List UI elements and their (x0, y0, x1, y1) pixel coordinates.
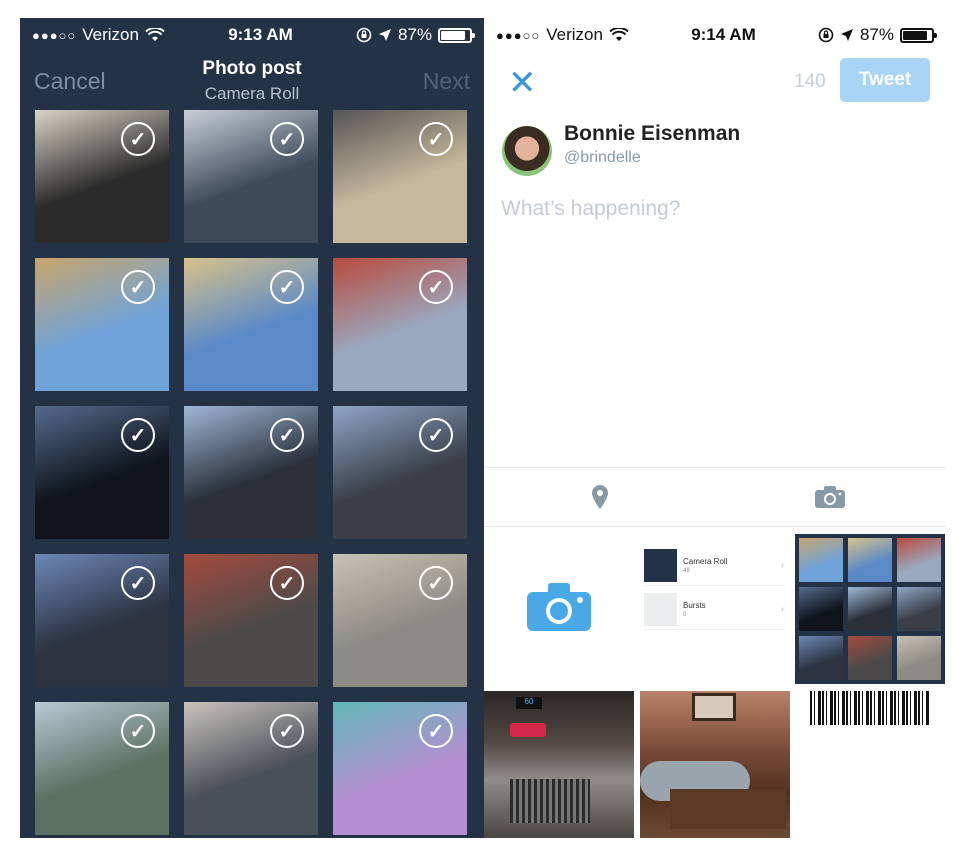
selected-photo[interactable]: ✓ (184, 406, 318, 539)
selected-photo[interactable]: ✓ (333, 406, 467, 539)
selected-photo[interactable]: ✓ (333, 110, 467, 243)
selected-photo[interactable]: ✓ (35, 702, 169, 835)
tweet-compose-input[interactable] (501, 191, 931, 227)
checkmark-icon: ✓ (419, 566, 453, 600)
album-subtitle: Camera Roll (204, 84, 300, 103)
selected-photo[interactable]: ✓ (184, 258, 318, 391)
location-pin-icon[interactable] (590, 484, 610, 515)
selected-photo[interactable]: ✓ (184, 702, 318, 835)
selected-photo[interactable]: ✓ (184, 554, 318, 687)
album-item[interactable]: Bursts 0 › (644, 590, 784, 630)
mini-photo (848, 538, 892, 582)
take-photo-tile[interactable] (484, 528, 634, 686)
wifi-icon (145, 28, 165, 41)
album-name: Bursts (683, 601, 706, 610)
album-thumbnail (644, 593, 677, 626)
status-bar: ●●●○○ Verizon 9:13 AM 87% (20, 18, 484, 52)
camera-icon[interactable] (814, 485, 846, 514)
checkmark-icon: ✓ (270, 714, 304, 748)
coffee-machine-photo[interactable]: 60 (484, 691, 634, 838)
checkmark-icon: ✓ (121, 418, 155, 452)
mini-photo (848, 587, 892, 631)
mini-photo (799, 587, 843, 631)
mini-photo (848, 636, 892, 680)
status-bar: ●●●○○ Verizon 9:14 AM 87% (484, 18, 946, 52)
avatar (502, 126, 552, 176)
camera-icon (527, 583, 591, 631)
compose-toolbar (484, 467, 946, 527)
location-arrow-icon (840, 29, 853, 41)
mini-photo (799, 538, 843, 582)
checkmark-icon: ✓ (419, 122, 453, 156)
nav-bar: Cancel Photo post Camera Roll Next (20, 52, 484, 110)
signal-icon: ●●●○○ (32, 27, 77, 43)
checkmark-icon: ✓ (270, 566, 304, 600)
page-title: Photo post (202, 58, 302, 79)
status-time: 9:14 AM (691, 25, 756, 44)
checkmark-icon: ✓ (270, 270, 304, 304)
album-count: 49 (683, 568, 690, 574)
battery-icon (900, 27, 937, 43)
selected-photo[interactable]: ✓ (333, 702, 467, 835)
character-count: 140 (794, 71, 826, 92)
checkmark-icon: ✓ (121, 566, 155, 600)
mini-photo (897, 587, 941, 631)
chevron-right-icon: › (780, 604, 784, 615)
battery-percent: 87% (397, 25, 432, 44)
coffee-table (670, 789, 786, 829)
machine-label (510, 723, 546, 737)
checkmark-icon: ✓ (419, 714, 453, 748)
compose-tweet-screen: ●●●○○ Verizon 9:14 AM 87% ✕ 140 Tweet Bo… (484, 18, 946, 838)
checkmark-icon: ✓ (270, 418, 304, 452)
machine-display: 60 (516, 697, 542, 709)
status-time: 9:13 AM (228, 25, 293, 44)
signal-icon: ●●●○○ (496, 27, 541, 43)
photo-picker-screen: ●●●○○ Verizon 9:13 AM 87% Cancel Photo p… (20, 18, 484, 838)
orientation-lock-icon (356, 27, 372, 43)
mini-photo (897, 636, 941, 680)
user-name: Bonnie Eisenman (564, 122, 741, 145)
carrier-label: Verizon (546, 25, 603, 44)
album-count: 0 (683, 612, 687, 618)
selected-photo[interactable]: ✓ (35, 258, 169, 391)
orientation-lock-icon (818, 27, 834, 43)
carrier-label: Verizon (82, 25, 139, 44)
nav-title: Photo post Camera Roll (20, 58, 484, 104)
wifi-icon (609, 28, 629, 41)
screenshot-composite: ●●●○○ Verizon 9:13 AM 87% Cancel Photo p… (0, 0, 957, 848)
mini-photo (799, 636, 843, 680)
checkmark-icon: ✓ (270, 122, 304, 156)
close-button[interactable]: ✕ (508, 66, 537, 100)
checkmark-icon: ✓ (121, 270, 155, 304)
selected-photo[interactable]: ✓ (333, 258, 467, 391)
selected-photo[interactable]: ✓ (35, 110, 169, 243)
album-thumbnail (644, 549, 677, 582)
checkmark-icon: ✓ (121, 122, 155, 156)
checkmark-icon: ✓ (419, 270, 453, 304)
battery-icon (438, 27, 475, 43)
living-room-photo[interactable] (640, 691, 790, 838)
album-item[interactable]: Camera Roll 49 › (644, 546, 784, 586)
selected-photo[interactable]: ✓ (333, 554, 467, 687)
selected-photo[interactable]: ✓ (35, 406, 169, 539)
location-arrow-icon (378, 29, 391, 41)
drip-tray (510, 779, 590, 823)
album-name: Camera Roll (683, 557, 728, 566)
checkmark-icon: ✓ (121, 714, 155, 748)
mini-photo (897, 538, 941, 582)
wall-art (692, 693, 736, 721)
checkmark-icon: ✓ (419, 418, 453, 452)
next-button[interactable]: Next (423, 68, 470, 95)
tweet-button[interactable]: Tweet (840, 58, 930, 102)
photo-grid-thumbnail[interactable] (795, 534, 945, 684)
album-list-thumbnail[interactable]: Camera Roll 49 › Bursts 0 › (640, 534, 790, 684)
barcode-thumbnail[interactable] (810, 691, 930, 725)
selected-photo[interactable]: ✓ (184, 110, 318, 243)
media-picker: Camera Roll 49 › Bursts 0 › 60 (484, 528, 946, 838)
selected-photo[interactable]: ✓ (35, 554, 169, 687)
chevron-right-icon: › (780, 560, 784, 571)
user-handle: @brindelle (564, 149, 641, 166)
battery-percent: 87% (859, 25, 894, 44)
